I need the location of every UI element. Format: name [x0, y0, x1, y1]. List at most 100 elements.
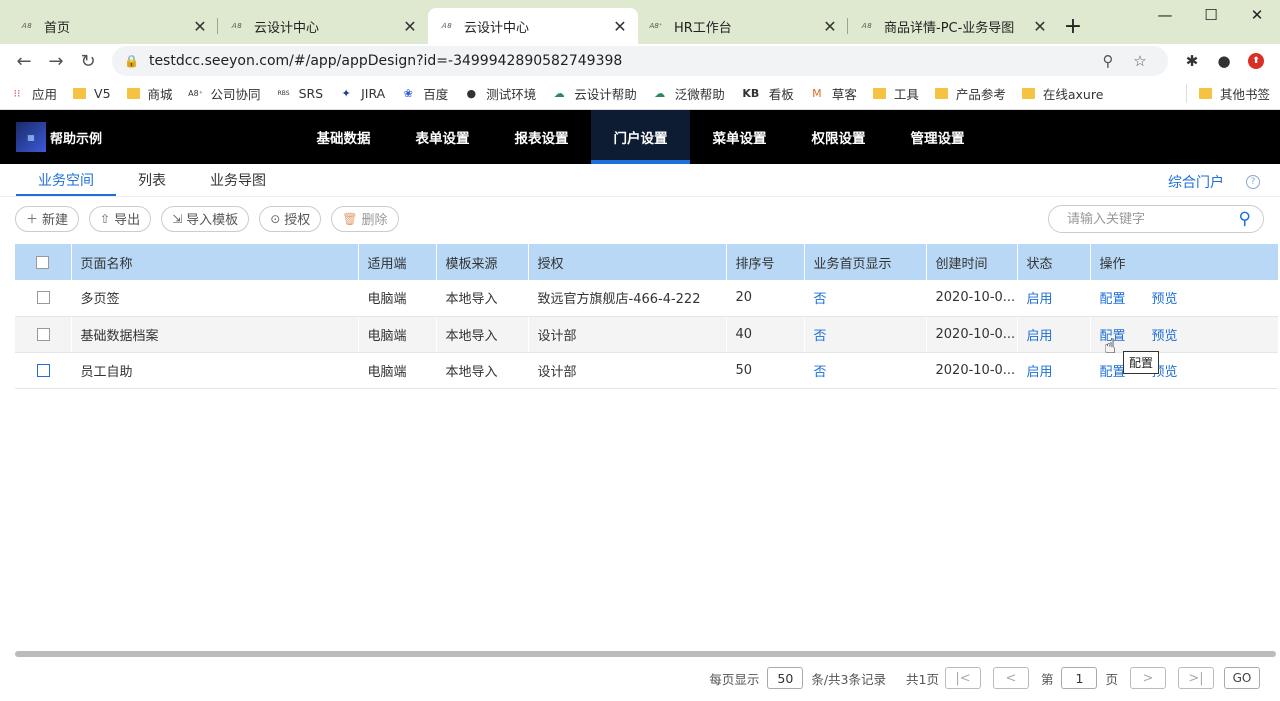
col-order[interactable]: 排序号 — [725, 244, 804, 280]
tab-list[interactable]: 列表 — [116, 164, 188, 196]
col-platform[interactable]: 适用端 — [357, 244, 436, 280]
bookmark-v5[interactable]: V5 — [73, 86, 111, 101]
configure-link[interactable]: 配置 — [1100, 365, 1126, 380]
extension-red-icon[interactable]: ⬆ — [1240, 46, 1272, 76]
profile-icon[interactable]: ● — [1208, 46, 1240, 76]
bookmark-apps[interactable]: ⁝⁝ 应用 — [10, 84, 58, 103]
bookmark-jira[interactable]: ✦ JIRA — [339, 86, 386, 101]
close-icon[interactable]: ✕ — [1032, 17, 1048, 36]
home-display-link[interactable]: 否 — [814, 365, 827, 380]
col-status[interactable]: 状态 — [1016, 244, 1090, 280]
kb-icon: KB — [742, 87, 760, 100]
seeyon-favicon-icon: Ａ8 — [860, 22, 872, 30]
col-created-time[interactable]: 创建时间 — [925, 244, 1017, 280]
table-row[interactable]: 多页签 电脑端 本地导入 致远官方旗舰店-466-4-222 20 否 2020… — [15, 280, 1278, 317]
bookmark-product-ref[interactable]: 产品参考 — [934, 84, 1006, 103]
nav-basic-data[interactable]: 基础数据 — [294, 110, 393, 164]
preview-link[interactable]: 预览 — [1152, 292, 1178, 307]
bookmark-collab[interactable]: A8⁺ 公司协同 — [188, 84, 260, 103]
bookmark-test-env[interactable]: ● 测试环境 — [464, 84, 536, 103]
hand-cursor-icon: ☝ — [1104, 334, 1117, 358]
address-bar[interactable]: 🔒 testdcc.seeyon.com/#/app/appDesign?id=… — [112, 46, 1168, 76]
browser-tab-4[interactable]: A8⁺ HR工作台 ✕ — [638, 8, 848, 44]
bookmark-srs[interactable]: RBS SRS — [277, 86, 324, 101]
app-logo[interactable]: ▦ 帮助示例 — [0, 122, 300, 152]
minimize-icon[interactable]: — — [1142, 0, 1188, 30]
nav-admin-settings[interactable]: 管理设置 — [888, 110, 987, 164]
bookmark-baidu[interactable]: ❀ 百度 — [401, 84, 449, 103]
new-tab-button[interactable]: + — [1058, 8, 1088, 44]
horizontal-scrollbar[interactable] — [15, 651, 1276, 657]
prev-page-button[interactable]: < — [992, 667, 1029, 689]
browser-tab-5[interactable]: Ａ8 商品详情-PC-业务导图 ✕ — [848, 8, 1058, 44]
select-all-checkbox[interactable] — [36, 255, 49, 269]
tab-title: 云设计中心 — [254, 20, 320, 36]
extensions-icon[interactable]: ✱ — [1176, 46, 1208, 76]
col-page-name[interactable]: 页面名称 — [70, 244, 358, 280]
url-text[interactable]: testdcc.seeyon.com/#/app/appDesign?id=-3… — [149, 53, 1092, 69]
browser-tab-3[interactable]: Ａ8 云设计中心 ✕ — [428, 8, 638, 44]
col-template-source[interactable]: 模板来源 — [435, 244, 528, 280]
bookmark-other[interactable]: 其他书签 — [1185, 84, 1270, 103]
close-icon[interactable]: ✕ — [612, 17, 628, 36]
star-icon[interactable]: ☆ — [1124, 52, 1156, 70]
close-icon[interactable]: ✕ — [822, 17, 838, 36]
status-link[interactable]: 启用 — [1027, 292, 1053, 307]
export-button[interactable]: ⇧ 导出 — [89, 205, 152, 232]
table-row[interactable]: 员工自助 电脑端 本地导入 设计部 50 否 2020-10-0... 启用 配… — [15, 352, 1278, 389]
last-page-button[interactable]: >| — [1178, 667, 1214, 689]
col-authorization[interactable]: 授权 — [527, 244, 726, 280]
page-input[interactable]: 1 — [1061, 667, 1098, 689]
go-button[interactable]: GO — [1224, 667, 1260, 689]
forward-icon[interactable]: → — [40, 46, 72, 76]
col-home-display[interactable]: 业务首页显示 — [803, 244, 926, 280]
portal-link[interactable]: 综合门户 — [1168, 172, 1224, 192]
delete-button[interactable]: 🗑 删除 — [331, 205, 399, 232]
status-link[interactable]: 启用 — [1027, 365, 1053, 380]
app-header: ▦ 帮助示例 基础数据 表单设置 报表设置 门户设置 菜单设置 权限设置 管理设… — [0, 110, 1280, 164]
nav-report-settings[interactable]: 报表设置 — [492, 110, 591, 164]
per-page-input[interactable]: 50 — [767, 667, 804, 689]
browser-tab-1[interactable]: Ａ8 首页 ✕ — [8, 8, 218, 44]
bookmark-kanban[interactable]: KB 看板 — [741, 84, 793, 103]
configure-link[interactable]: 配置 — [1100, 292, 1126, 307]
search-icon[interactable]: ⚲ — [1239, 209, 1251, 229]
bookmark-tools[interactable]: 工具 — [872, 84, 919, 103]
home-display-link[interactable]: 否 — [814, 292, 827, 307]
help-icon[interactable]: ? — [1246, 175, 1260, 189]
nav-form-settings[interactable]: 表单设置 — [393, 110, 492, 164]
table-row[interactable]: 基础数据档案 电脑端 本地导入 设计部 40 否 2020-10-0... 启用… — [15, 316, 1278, 353]
nav-menu-settings[interactable]: 菜单设置 — [690, 110, 789, 164]
zoom-icon[interactable]: ⚲ — [1092, 52, 1124, 70]
close-icon[interactable]: ✕ — [192, 17, 208, 36]
next-page-button[interactable]: > — [1130, 667, 1166, 689]
browser-tab-2[interactable]: Ａ8 云设计中心 ✕ — [218, 8, 428, 44]
row-checkbox[interactable] — [37, 291, 50, 305]
reload-icon[interactable]: ↻ — [72, 46, 104, 76]
nav-portal-settings[interactable]: 门户设置 — [591, 110, 690, 164]
import-template-button[interactable]: ⇲ 导入模板 — [161, 205, 250, 232]
bookmark-caoke[interactable]: M 草客 — [810, 84, 857, 103]
authorize-button[interactable]: ⊙ 授权 — [259, 205, 322, 232]
search-input[interactable] — [1067, 211, 1239, 227]
tab-business-space[interactable]: 业务空间 — [16, 164, 116, 196]
bookmark-cloud-help[interactable]: ☁ 云设计帮助 — [552, 84, 637, 103]
bookmark-axure[interactable]: 在线axure — [1021, 84, 1103, 103]
action-bar: ＋新建 ⇧导出 ⇲导入模板 ⊙授权 🗑删除 ⚲ — [0, 196, 1280, 240]
close-icon[interactable]: ✕ — [402, 17, 418, 36]
maximize-icon[interactable]: ☐ — [1188, 0, 1234, 30]
browser-tabstrip: Ａ8 首页 ✕ Ａ8 云设计中心 ✕ Ａ8 云设计中心 ✕ A8⁺ HR工作台 … — [0, 0, 1280, 44]
bookmark-fanwei-help[interactable]: ☁ 泛微帮助 — [653, 84, 725, 103]
new-button[interactable]: ＋新建 — [15, 205, 80, 232]
tab-business-map[interactable]: 业务导图 — [188, 164, 288, 196]
nav-permission-settings[interactable]: 权限设置 — [789, 110, 888, 164]
row-checkbox[interactable] — [37, 327, 50, 341]
back-icon[interactable]: ← — [8, 46, 40, 76]
row-checkbox[interactable] — [37, 363, 50, 377]
home-display-link[interactable]: 否 — [814, 329, 827, 344]
status-link[interactable]: 启用 — [1027, 329, 1053, 344]
preview-link[interactable]: 预览 — [1152, 329, 1178, 344]
bookmark-mall[interactable]: 商城 — [126, 84, 173, 103]
close-window-icon[interactable]: ✕ — [1234, 0, 1280, 30]
first-page-button[interactable]: |< — [944, 667, 981, 689]
